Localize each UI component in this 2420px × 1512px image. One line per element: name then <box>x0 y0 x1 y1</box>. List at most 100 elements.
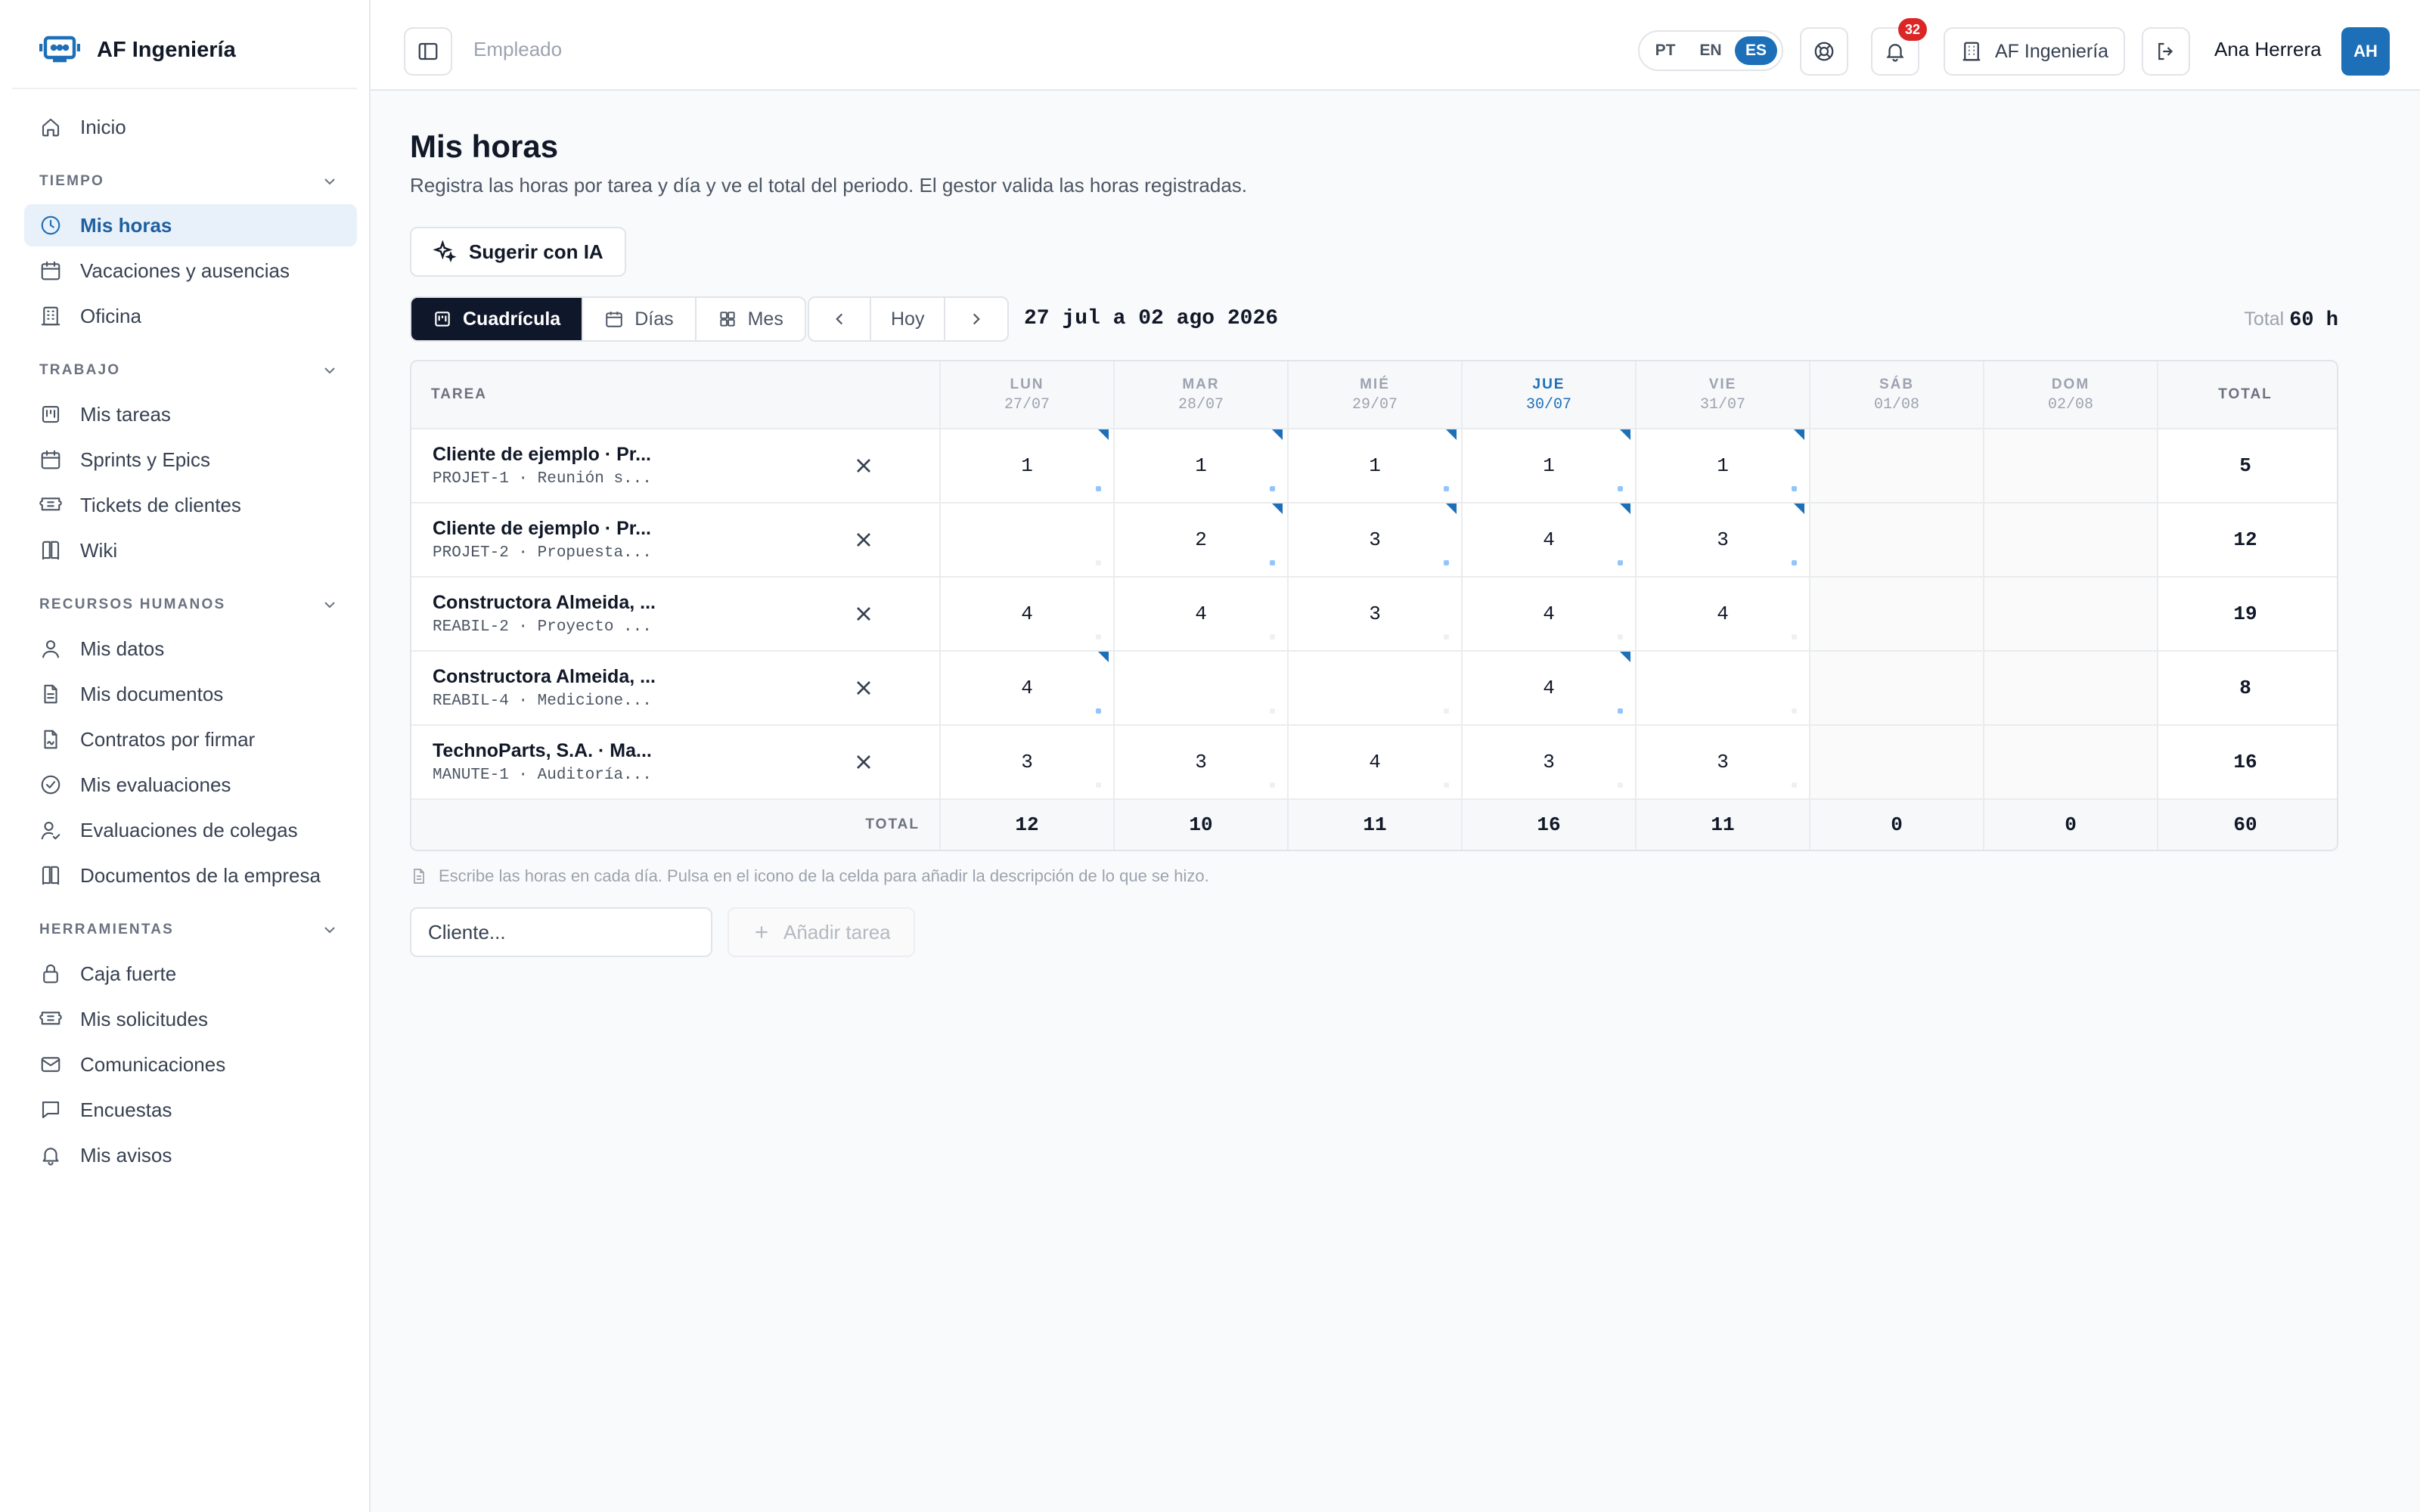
sidebar-item-mis-evaluaciones[interactable]: Mis evaluaciones <box>24 764 357 806</box>
description-icon[interactable] <box>1096 782 1101 788</box>
description-icon[interactable] <box>1792 486 1797 491</box>
sidebar-item-wiki[interactable]: Wiki <box>24 529 357 572</box>
sidebar-item-oficina[interactable]: Oficina <box>24 295 357 337</box>
remove-task-icon[interactable] <box>852 676 876 700</box>
notifications-button[interactable]: 32 <box>1871 18 1927 76</box>
hours-cell[interactable] <box>1637 652 1810 724</box>
hours-cell[interactable]: 4 <box>1463 652 1637 724</box>
description-icon[interactable] <box>1270 782 1275 788</box>
hours-cell[interactable]: 4 <box>1637 578 1810 650</box>
hours-cell[interactable] <box>1810 652 1984 724</box>
hours-cell[interactable] <box>1810 503 1984 576</box>
hours-cell[interactable] <box>941 503 1115 576</box>
description-icon[interactable] <box>1444 486 1449 491</box>
sidebar-section-recursos-humanos[interactable]: RECURSOS HUMANOS <box>24 582 357 627</box>
description-icon[interactable] <box>1444 634 1449 640</box>
description-icon[interactable] <box>1096 708 1101 714</box>
hours-cell[interactable]: 4 <box>1463 578 1637 650</box>
sidebar-item-mis-datos[interactable]: Mis datos <box>24 627 357 670</box>
hours-cell[interactable]: 4 <box>1115 578 1289 650</box>
remove-task-icon[interactable] <box>852 602 876 626</box>
hours-cell[interactable]: 3 <box>1637 726 1810 798</box>
hours-cell[interactable] <box>1810 429 1984 502</box>
description-icon[interactable] <box>1618 782 1623 788</box>
previous-period-button[interactable] <box>809 298 871 340</box>
hours-cell[interactable]: 3 <box>941 726 1115 798</box>
description-icon[interactable] <box>1270 634 1275 640</box>
view-days-button[interactable]: Días <box>583 298 697 340</box>
description-icon[interactable] <box>1792 634 1797 640</box>
description-icon[interactable] <box>1096 560 1101 565</box>
hours-cell[interactable]: 3 <box>1289 578 1463 650</box>
hours-cell[interactable] <box>1810 578 1984 650</box>
description-icon[interactable] <box>1792 708 1797 714</box>
description-icon[interactable] <box>1618 708 1623 714</box>
sidebar-item-sprints-y-epics[interactable]: Sprints y Epics <box>24 438 357 481</box>
toggle-sidebar-button[interactable] <box>404 27 452 76</box>
client-input[interactable] <box>410 907 712 957</box>
sidebar-item-vacaciones-y-ausencias[interactable]: Vacaciones y ausencias <box>24 249 357 292</box>
remove-task-icon[interactable] <box>852 528 876 552</box>
sidebar-item-documentos-de-la-empresa[interactable]: Documentos de la empresa <box>24 854 357 897</box>
hours-cell[interactable]: 4 <box>941 578 1115 650</box>
hours-cell[interactable]: 3 <box>1115 726 1289 798</box>
description-icon[interactable] <box>1444 708 1449 714</box>
hours-cell[interactable] <box>1984 652 2158 724</box>
description-icon[interactable] <box>1096 486 1101 491</box>
ai-suggest-button[interactable]: Sugerir con IA <box>410 227 626 277</box>
sidebar-item-mis-documentos[interactable]: Mis documentos <box>24 673 357 715</box>
description-icon[interactable] <box>1444 560 1449 565</box>
sidebar-section-trabajo[interactable]: TRABAJO <box>24 348 357 393</box>
sidebar-section-herramientas[interactable]: HERRAMIENTAS <box>24 907 357 953</box>
hours-cell[interactable]: 3 <box>1463 726 1637 798</box>
description-icon[interactable] <box>1792 560 1797 565</box>
language-pt[interactable]: PT <box>1644 36 1686 65</box>
today-button[interactable]: Hoy <box>871 298 946 340</box>
remove-task-icon[interactable] <box>852 750 876 774</box>
language-en[interactable]: EN <box>1689 36 1732 65</box>
logout-button[interactable] <box>2142 27 2190 76</box>
sidebar-item-mis-horas[interactable]: Mis horas <box>24 204 357 246</box>
hours-cell[interactable] <box>1115 652 1289 724</box>
sidebar-item-evaluaciones-de-colegas[interactable]: Evaluaciones de colegas <box>24 809 357 851</box>
hours-cell[interactable]: 4 <box>1289 726 1463 798</box>
description-icon[interactable] <box>1792 782 1797 788</box>
description-icon[interactable] <box>1270 486 1275 491</box>
sidebar-item-caja-fuerte[interactable]: Caja fuerte <box>24 953 357 995</box>
help-button[interactable] <box>1800 27 1848 76</box>
hours-cell[interactable]: 4 <box>1463 503 1637 576</box>
description-icon[interactable] <box>1096 634 1101 640</box>
hours-cell[interactable] <box>1984 429 2158 502</box>
company-selector[interactable]: AF Ingeniería <box>1944 27 2126 76</box>
hours-cell[interactable] <box>1984 503 2158 576</box>
description-icon[interactable] <box>1270 560 1275 565</box>
description-icon[interactable] <box>1618 634 1623 640</box>
hours-cell[interactable]: 2 <box>1115 503 1289 576</box>
sidebar-item-mis-solicitudes[interactable]: Mis solicitudes <box>24 998 357 1040</box>
brand[interactable]: AF Ingeniería <box>39 32 236 68</box>
sidebar-item-inicio[interactable]: Inicio <box>24 106 357 148</box>
hours-cell[interactable] <box>1984 726 2158 798</box>
description-icon[interactable] <box>1618 486 1623 491</box>
hours-cell[interactable]: 1 <box>1115 429 1289 502</box>
add-task-button[interactable]: Añadir tarea <box>728 907 915 957</box>
sidebar-item-mis-avisos[interactable]: Mis avisos <box>24 1134 357 1176</box>
hours-cell[interactable]: 3 <box>1637 503 1810 576</box>
hours-cell[interactable]: 3 <box>1289 503 1463 576</box>
next-period-button[interactable] <box>945 298 1007 340</box>
sidebar-item-tickets-de-clientes[interactable]: Tickets de clientes <box>24 484 357 526</box>
sidebar-item-encuestas[interactable]: Encuestas <box>24 1089 357 1131</box>
view-month-button[interactable]: Mes <box>697 298 805 340</box>
description-icon[interactable] <box>1618 560 1623 565</box>
hours-cell[interactable]: 4 <box>941 652 1115 724</box>
description-icon[interactable] <box>1270 708 1275 714</box>
hours-cell[interactable]: 1 <box>1463 429 1637 502</box>
hours-cell[interactable] <box>1984 578 2158 650</box>
hours-cell[interactable]: 1 <box>941 429 1115 502</box>
sidebar-section-tiempo[interactable]: TIEMPO <box>24 159 357 204</box>
sidebar-item-mis-tareas[interactable]: Mis tareas <box>24 393 357 435</box>
sidebar-item-contratos-por-firmar[interactable]: Contratos por firmar <box>24 718 357 761</box>
avatar[interactable]: AH <box>2341 27 2390 76</box>
hours-cell[interactable] <box>1289 652 1463 724</box>
hours-cell[interactable]: 1 <box>1289 429 1463 502</box>
